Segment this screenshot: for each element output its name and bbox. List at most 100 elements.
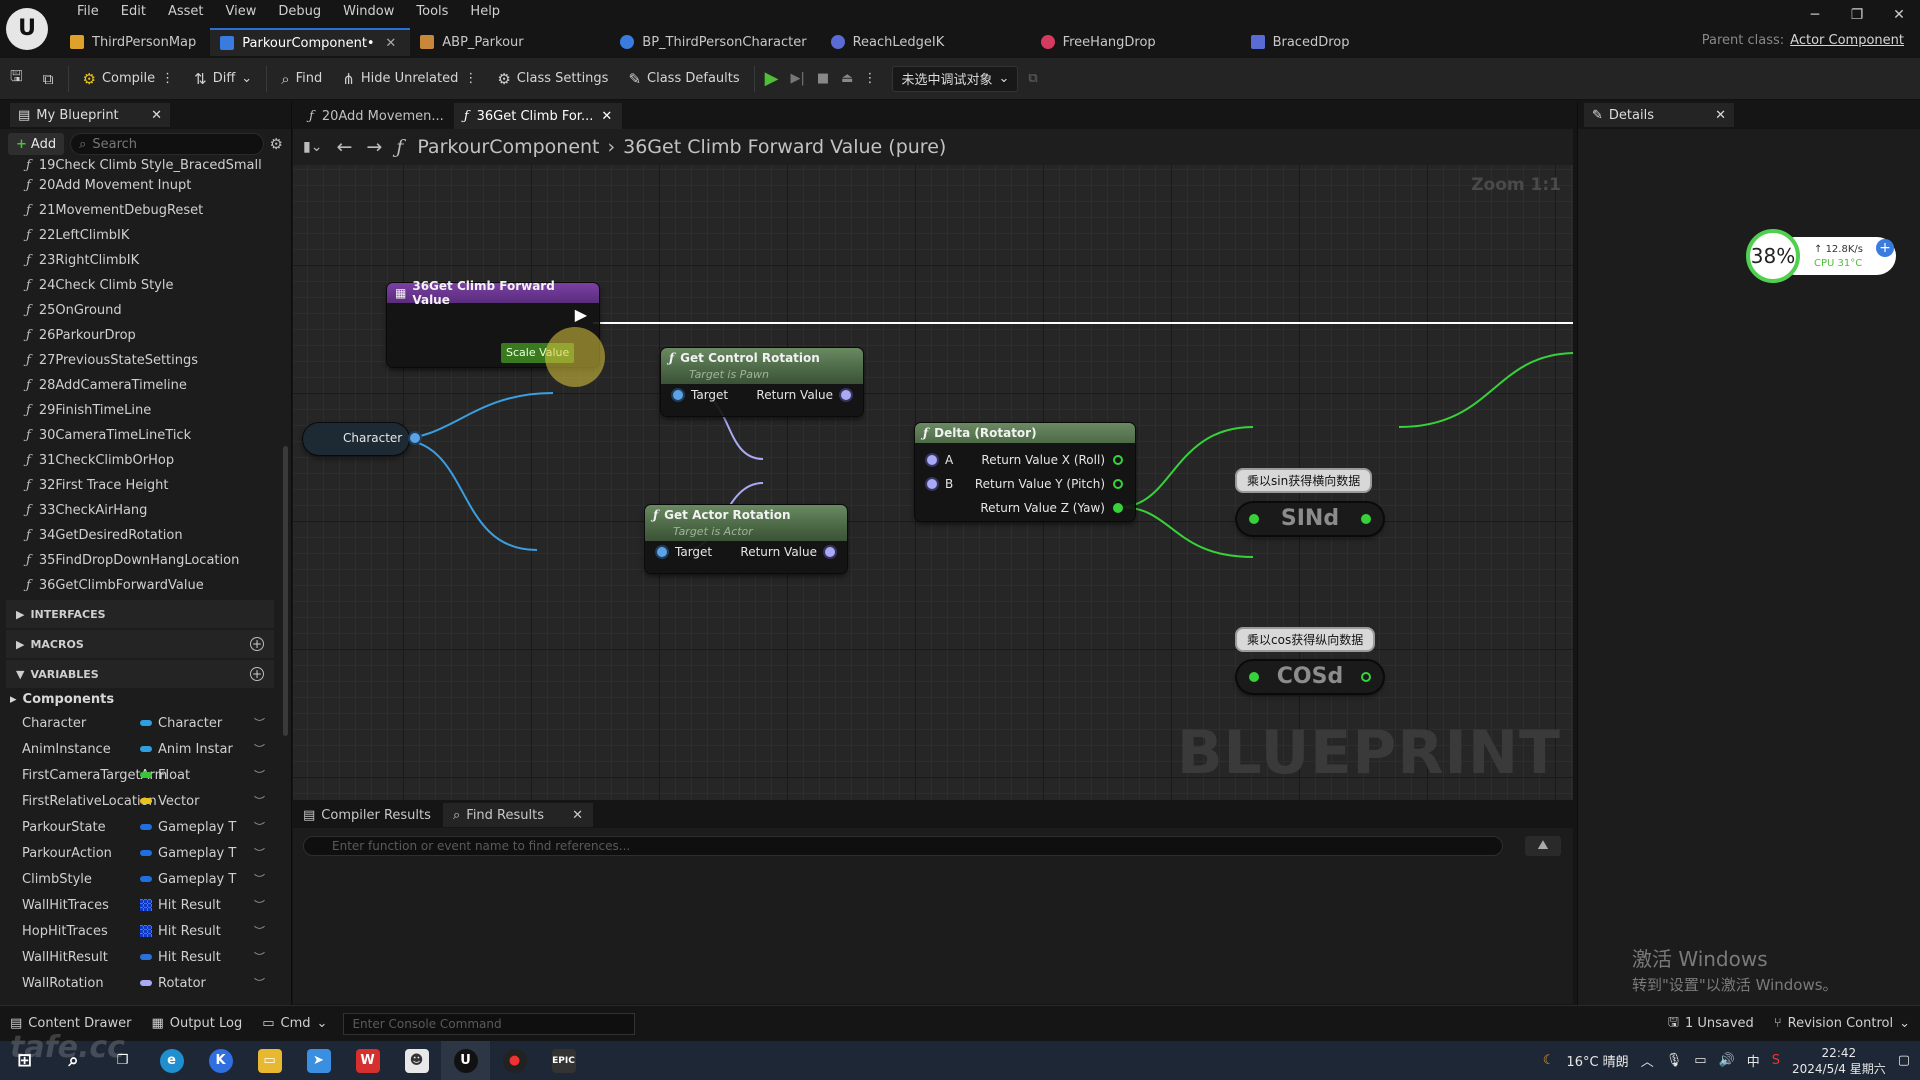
restore-icon[interactable]: ❐: [1836, 0, 1878, 30]
output-log-button[interactable]: ▦ Output Log: [141, 1010, 252, 1038]
asset-tab-bp-thirdpersoncharacter[interactable]: BP_ThirdPersonCharacter: [610, 28, 820, 56]
sind-node[interactable]: SINd: [1237, 503, 1383, 535]
microphone-icon[interactable]: 🎙: [1666, 1053, 1683, 1068]
details-tab[interactable]: ✎ Details ✕: [1584, 103, 1734, 127]
yaw-pin-row[interactable]: Return Value Z (Yaw): [980, 501, 1123, 515]
target-pin-row[interactable]: Target: [673, 388, 728, 402]
taskbar-edge[interactable]: e: [147, 1041, 196, 1080]
find-in-all-blueprints-button[interactable]: ⛰: [1525, 836, 1561, 856]
browse-button[interactable]: ⧉: [33, 64, 64, 94]
function-entry-node[interactable]: ▦ 36Get Climb Forward Value ▶ Scale Value: [387, 279, 605, 387]
bookmark-icon[interactable]: ▮⌄: [303, 139, 322, 155]
console-command-input[interactable]: Enter Console Command: [343, 1012, 636, 1035]
scrollbar[interactable]: [283, 446, 288, 736]
more-icon[interactable]: ⋮: [161, 71, 174, 86]
clock[interactable]: 22:42 2024/5/4 星期六: [1792, 1045, 1886, 1077]
visibility-eye-icon[interactable]: ︶: [254, 715, 265, 731]
visibility-eye-icon[interactable]: ︶: [254, 923, 265, 939]
find-references-input[interactable]: Enter function or event name to find ref…: [303, 836, 1503, 856]
visibility-eye-icon[interactable]: ︶: [254, 949, 265, 965]
asset-tab-parkourcomponent[interactable]: ParkourComponent• ✕: [210, 28, 411, 56]
taskbar-recorder[interactable]: ●: [490, 1041, 539, 1080]
menu-edit[interactable]: Edit: [110, 3, 157, 21]
visibility-eye-icon[interactable]: ︶: [254, 819, 265, 835]
unsaved-button[interactable]: 🖫 1 Unsaved: [1658, 1010, 1764, 1038]
search-input[interactable]: ⌕ Search: [70, 133, 264, 155]
taskbar-app-chat[interactable]: ☻: [392, 1041, 441, 1080]
target-pin-row[interactable]: Target: [657, 545, 712, 559]
variable-row[interactable]: WallRotation Rotator ︶: [0, 970, 280, 996]
close-icon[interactable]: ✕: [572, 808, 583, 823]
roll-pin-row[interactable]: Return Value X (Roll): [981, 453, 1123, 467]
breadcrumb-root[interactable]: ParkourComponent: [417, 136, 599, 158]
function-item[interactable]: ƒ 33CheckAirHang: [0, 498, 280, 523]
function-item[interactable]: ƒ 34GetDesiredRotation: [0, 523, 280, 548]
variable-row[interactable]: ParkourAction Gameplay T ︶: [0, 840, 280, 866]
settings-gear-icon[interactable]: ⚙: [270, 135, 283, 153]
close-icon[interactable]: ✕: [385, 36, 396, 51]
target-input-pin[interactable]: [673, 390, 683, 400]
function-item[interactable]: ƒ 35FindDropDownHangLocation: [0, 548, 280, 573]
visibility-eye-icon[interactable]: ︶: [254, 845, 265, 861]
section-variables-add-icon[interactable]: +: [250, 667, 264, 681]
components-category[interactable]: ▸ Components: [0, 688, 280, 710]
return-value-output-pin[interactable]: [825, 547, 835, 557]
taskbar-wps[interactable]: W: [343, 1041, 392, 1080]
class-defaults-button[interactable]: ✎ Class Defaults: [618, 64, 749, 94]
menu-window[interactable]: Window: [332, 3, 405, 21]
menu-tools[interactable]: Tools: [405, 3, 459, 21]
roll-output-pin[interactable]: [1113, 455, 1123, 465]
compile-button[interactable]: ⚙ Compile ⋮: [73, 64, 185, 94]
function-item[interactable]: ƒ 28AddCameraTimeline: [0, 373, 280, 398]
play-options-button[interactable]: ⋮: [859, 64, 880, 94]
eject-button[interactable]: ⏏: [835, 64, 859, 94]
taskbar-epic[interactable]: EPIC: [539, 1041, 588, 1080]
function-item[interactable]: ƒ 30CameraTimeLineTick: [0, 423, 280, 448]
close-icon[interactable]: ✕: [601, 109, 612, 124]
close-icon[interactable]: ✕: [1715, 108, 1726, 123]
function-item[interactable]: ƒ 32First Trace Height: [0, 473, 280, 498]
section-interfaces[interactable]: ▶ INTERFACES: [6, 600, 274, 628]
character-getter-node[interactable]: Character: [303, 423, 421, 455]
menu-debug[interactable]: Debug: [267, 3, 332, 21]
cosd-node[interactable]: COSd: [1237, 661, 1383, 693]
tab-compiler-results[interactable]: ▤ Compiler Results: [293, 803, 443, 827]
menu-view[interactable]: View: [215, 3, 268, 21]
variable-row[interactable]: AnimInstance Anim Instar ︶: [0, 736, 280, 762]
my-blueprint-tab[interactable]: ▤ My Blueprint ✕: [10, 103, 170, 127]
taskbar-app-k[interactable]: K: [196, 1041, 245, 1080]
play-button[interactable]: ▶: [759, 64, 785, 94]
a-pin-row[interactable]: A: [927, 453, 953, 467]
step-button[interactable]: ▶|: [784, 64, 810, 94]
get-control-rotation-node[interactable]: ƒ Get Control Rotation Target is Pawn Tar…: [661, 348, 863, 416]
section-variables[interactable]: ▼ VARIABLES +: [6, 660, 274, 688]
parent-class-link[interactable]: Actor Component: [1790, 33, 1904, 48]
visibility-eye-icon[interactable]: ︶: [254, 897, 265, 913]
return-value-pin-row[interactable]: Return Value: [756, 388, 851, 402]
visibility-eye-icon[interactable]: ︶: [254, 741, 265, 757]
function-item[interactable]: ƒ 36GetClimbForwardValue: [0, 573, 280, 598]
debug-browse-button[interactable]: ⧉: [1018, 64, 1047, 94]
menu-asset[interactable]: Asset: [157, 3, 215, 21]
asset-tab-reachledgeik[interactable]: ReachLedgeIK: [821, 28, 1031, 56]
pitch-pin-row[interactable]: Return Value Y (Pitch): [975, 477, 1123, 491]
cosd-output-pin[interactable]: [1361, 672, 1371, 682]
variable-row[interactable]: Character Character ︶: [0, 710, 280, 736]
b-input-pin[interactable]: [927, 479, 937, 489]
find-button[interactable]: ⌕ Find: [271, 64, 332, 94]
visibility-eye-icon[interactable]: ︶: [254, 975, 265, 991]
get-actor-rotation-node[interactable]: ƒ Get Actor Rotation Target is Actor Targ…: [645, 505, 847, 573]
diff-button[interactable]: ⇅ Diff ⌄: [184, 64, 262, 94]
stop-button[interactable]: ■: [811, 64, 835, 94]
taskbar-explorer[interactable]: ▭: [245, 1041, 294, 1080]
cosd-input-pin[interactable]: [1249, 672, 1259, 682]
return-value-pin-row[interactable]: Return Value: [740, 545, 835, 559]
menu-help[interactable]: Help: [459, 3, 511, 21]
debug-object-select[interactable]: 未选中调试对象 ⌄: [892, 65, 1019, 92]
sind-input-pin[interactable]: [1249, 514, 1259, 524]
variable-row[interactable]: ParkourState Gameplay T ︶: [0, 814, 280, 840]
variable-row[interactable]: FirstCameraTargetArm Float ︶: [0, 762, 280, 788]
function-item[interactable]: ƒ 25OnGround: [0, 298, 280, 323]
variable-row[interactable]: FirstRelativeLocation Vector ︶: [0, 788, 280, 814]
hide-unrelated-button[interactable]: ⋔ Hide Unrelated ⋮: [332, 64, 487, 94]
